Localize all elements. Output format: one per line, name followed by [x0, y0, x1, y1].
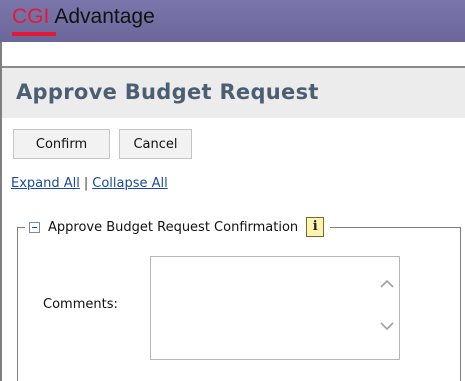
comments-textarea[interactable] [150, 256, 400, 360]
expand-collapse-links: Expand All | Collapse All [11, 176, 168, 191]
chevron-down-icon[interactable] [380, 321, 394, 331]
app-header: CGI Advantage [0, 0, 465, 42]
page-title-bar: Approve Budget Request [2, 66, 465, 118]
cancel-button[interactable]: Cancel [119, 129, 192, 159]
section-title: Approve Budget Request Confirmation [48, 219, 299, 235]
page-title: Approve Budget Request [16, 80, 319, 104]
collapse-icon[interactable] [29, 221, 40, 233]
collapse-all-link[interactable]: Collapse All [92, 176, 168, 191]
confirm-button[interactable]: Confirm [13, 129, 110, 159]
expand-all-link[interactable]: Expand All [11, 176, 80, 191]
chevron-up-icon[interactable] [380, 279, 394, 289]
brand-name: Advantage [54, 5, 155, 28]
brand-underline [12, 32, 56, 36]
info-icon[interactable]: i [306, 217, 325, 237]
comments-label: Comments: [43, 297, 118, 312]
header-gap [0, 42, 465, 64]
link-separator: | [83, 176, 89, 191]
brand-cgi: CGI [12, 5, 50, 28]
brand-logo: CGI Advantage [12, 4, 155, 30]
section-legend: Approve Budget Request Confirmation i [25, 216, 331, 238]
